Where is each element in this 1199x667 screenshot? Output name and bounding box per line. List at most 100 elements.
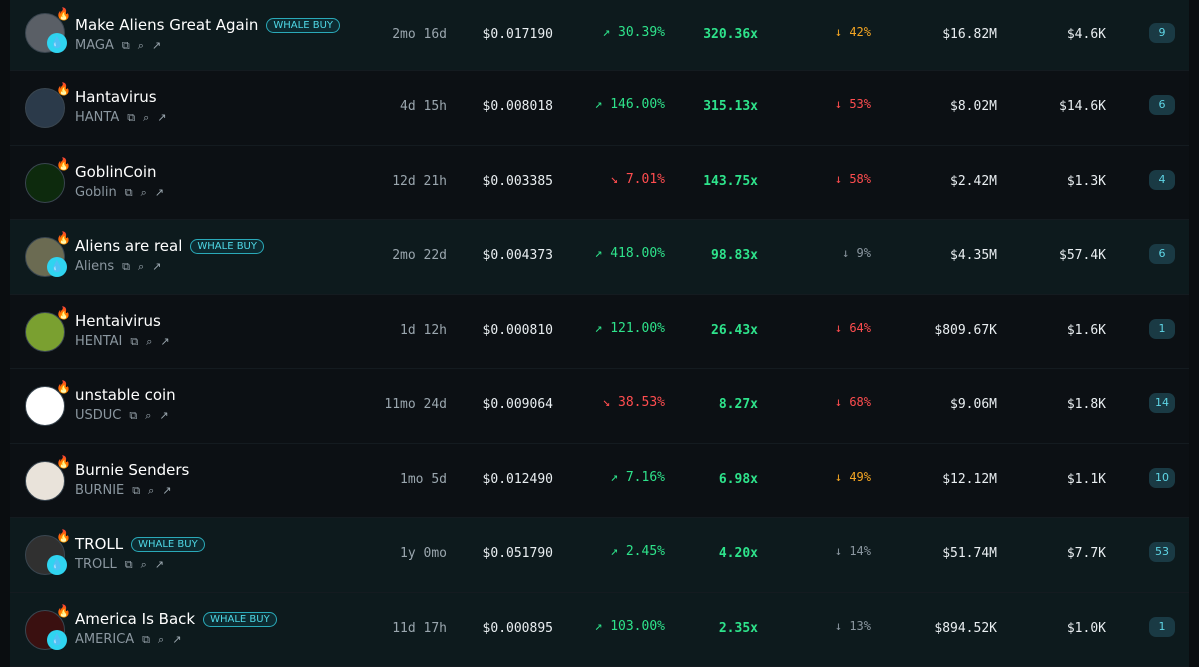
arrow-down-icon: ↓ — [835, 544, 849, 558]
search-icon[interactable]: ⌕ — [148, 484, 154, 498]
search-icon[interactable]: ⌕ — [138, 39, 144, 53]
table-row[interactable]: 🔥Burnie SendersBURNIE⧉⌕↗1mo 5d$0.012490↗… — [10, 444, 1189, 519]
token-price: $0.000810 — [483, 323, 553, 338]
token-table: 🔥💧Make Aliens Great AgainWHALE BUYMAGA⧉⌕… — [10, 0, 1189, 667]
token-name[interactable]: unstable coin — [75, 386, 176, 404]
external-link-icon[interactable]: ↗ — [172, 633, 181, 646]
token-multiple: 2.35x — [719, 621, 758, 636]
holder-count-badge[interactable]: 4 — [1149, 170, 1175, 190]
search-icon[interactable]: ⌕ — [146, 335, 152, 349]
ath-drawdown: ↓ 13% — [835, 619, 871, 633]
fire-icon: 🔥 — [56, 306, 68, 320]
token-price: $0.008018 — [483, 99, 553, 114]
table-row[interactable]: 🔥HentaivirusHENTAI⧉⌕↗1d 12h$0.000810↗ 12… — [10, 295, 1189, 370]
holder-count-badge[interactable]: 14 — [1149, 393, 1175, 413]
droplet-icon: 💧 — [47, 257, 67, 277]
price-change: ↗ 418.00% — [595, 246, 665, 261]
table-row[interactable]: 🔥unstable coinUSDUC⧉⌕↗11mo 24d$0.009064↘… — [10, 369, 1189, 444]
external-link-icon[interactable]: ↗ — [152, 260, 161, 273]
holder-count-badge[interactable]: 53 — [1149, 542, 1175, 562]
fire-icon: 🔥 — [56, 231, 68, 245]
token-name[interactable]: Burnie Senders — [75, 461, 189, 479]
ath-drawdown: ↓ 68% — [835, 395, 871, 409]
token-ticker: MAGA — [75, 38, 114, 53]
copy-icon[interactable]: ⧉ — [122, 39, 130, 53]
holder-count-badge[interactable]: 9 — [1149, 23, 1175, 43]
token-ticker-row: MAGA ⧉ ⌕ ↗ — [75, 38, 161, 53]
holder-count-badge[interactable]: 1 — [1149, 319, 1175, 339]
trend-up-icon: ↗ — [595, 321, 611, 336]
external-link-icon[interactable]: ↗ — [152, 39, 161, 52]
copy-icon[interactable]: ⧉ — [127, 111, 135, 125]
copy-icon[interactable]: ⧉ — [142, 633, 150, 647]
volume: $1.6K — [1067, 323, 1106, 338]
table-row[interactable]: 🔥GoblinCoinGoblin⧉⌕↗12d 21h$0.003385↘ 7.… — [10, 146, 1189, 221]
search-icon[interactable]: ⌕ — [141, 186, 147, 200]
table-row[interactable]: 🔥💧America Is BackWHALE BUYAMERICA⧉⌕↗11d … — [10, 593, 1189, 667]
copy-icon[interactable]: ⧉ — [125, 186, 133, 200]
copy-icon[interactable]: ⧉ — [129, 409, 137, 423]
ath-drawdown-value: 13% — [849, 619, 871, 633]
price-change-value: 38.53% — [618, 395, 665, 410]
table-row[interactable]: 🔥💧Make Aliens Great AgainWHALE BUYMAGA⧉⌕… — [10, 0, 1189, 71]
fire-icon: 🔥 — [56, 82, 68, 96]
search-icon[interactable]: ⌕ — [145, 409, 151, 423]
market-cap: $8.02M — [950, 99, 997, 114]
trend-up-icon: ↗ — [595, 246, 611, 261]
token-ticker: AMERICA — [75, 632, 134, 647]
holder-count-badge[interactable]: 6 — [1149, 95, 1175, 115]
ath-drawdown: ↓ 53% — [835, 97, 871, 111]
price-change-value: 418.00% — [610, 246, 665, 261]
token-ticker: HANTA — [75, 110, 119, 125]
token-name[interactable]: TROLLWHALE BUY — [75, 535, 205, 553]
token-name-text: Hantavirus — [75, 88, 157, 106]
arrow-down-icon: ↓ — [835, 321, 849, 335]
token-name[interactable]: America Is BackWHALE BUY — [75, 610, 277, 628]
trend-up-icon: ↗ — [602, 25, 618, 40]
external-link-icon[interactable]: ↗ — [157, 111, 166, 124]
ath-drawdown: ↓ 58% — [835, 172, 871, 186]
external-link-icon[interactable]: ↗ — [160, 335, 169, 348]
price-change: ↘ 38.53% — [602, 395, 665, 410]
token-ticker: TROLL — [75, 557, 117, 572]
arrow-down-icon: ↓ — [835, 619, 849, 633]
search-icon[interactable]: ⌕ — [143, 111, 149, 125]
token-avatar: 🔥💧 — [25, 535, 65, 575]
copy-icon[interactable]: ⧉ — [130, 335, 138, 349]
search-icon[interactable]: ⌕ — [138, 260, 144, 274]
ath-drawdown-value: 9% — [857, 246, 871, 260]
table-row[interactable]: 🔥HantavirusHANTA⧉⌕↗4d 15h$0.008018↗ 146.… — [10, 71, 1189, 146]
trend-up-icon: ↗ — [595, 619, 611, 634]
token-name[interactable]: Aliens are realWHALE BUY — [75, 237, 264, 255]
holder-count-badge[interactable]: 1 — [1149, 617, 1175, 637]
token-name[interactable]: GoblinCoin — [75, 163, 157, 181]
token-age: 1mo 5d — [400, 472, 447, 487]
copy-icon[interactable]: ⧉ — [122, 260, 130, 274]
token-ticker: Aliens — [75, 259, 114, 274]
token-avatar: 🔥 — [25, 163, 65, 203]
token-name[interactable]: Hantavirus — [75, 88, 157, 106]
token-price: $0.004373 — [483, 248, 553, 263]
external-link-icon[interactable]: ↗ — [155, 186, 164, 199]
external-link-icon[interactable]: ↗ — [159, 409, 168, 422]
token-age: 11mo 24d — [384, 397, 447, 412]
token-name-text: Burnie Senders — [75, 461, 189, 479]
external-link-icon[interactable]: ↗ — [162, 484, 171, 497]
external-link-icon[interactable]: ↗ — [155, 558, 164, 571]
table-row[interactable]: 🔥💧Aliens are realWHALE BUYAliens⧉⌕↗2mo 2… — [10, 220, 1189, 295]
arrow-down-icon: ↓ — [835, 172, 849, 186]
volume: $7.7K — [1067, 546, 1106, 561]
table-row[interactable]: 🔥💧TROLLWHALE BUYTROLL⧉⌕↗1y 0mo$0.051790↗… — [10, 518, 1189, 593]
ath-drawdown-value: 64% — [849, 321, 871, 335]
fire-icon: 🔥 — [56, 157, 68, 171]
holder-count-badge[interactable]: 6 — [1149, 244, 1175, 264]
holder-count-badge[interactable]: 10 — [1149, 468, 1175, 488]
copy-icon[interactable]: ⧉ — [132, 484, 140, 498]
copy-icon[interactable]: ⧉ — [125, 558, 133, 572]
price-change-value: 121.00% — [610, 321, 665, 336]
token-name[interactable]: Hentaivirus — [75, 312, 161, 330]
search-icon[interactable]: ⌕ — [158, 633, 164, 647]
token-name[interactable]: Make Aliens Great AgainWHALE BUY — [75, 16, 340, 34]
search-icon[interactable]: ⌕ — [141, 558, 147, 572]
token-avatar: 🔥 — [25, 88, 65, 128]
